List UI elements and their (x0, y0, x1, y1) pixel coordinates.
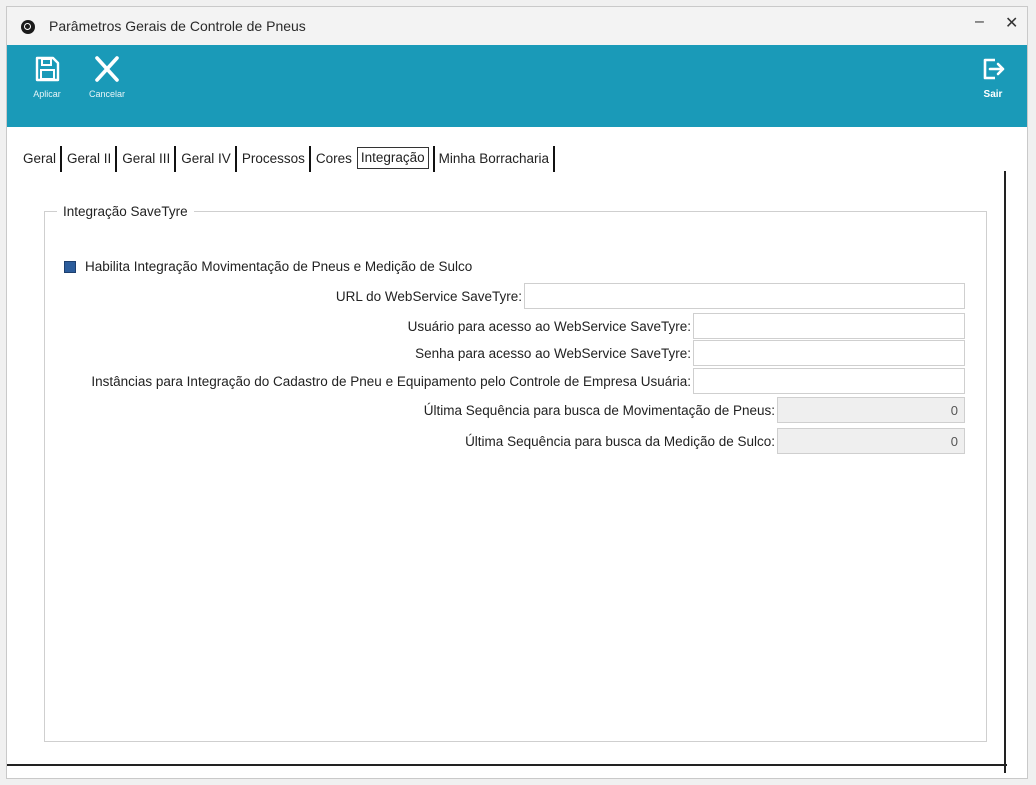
window-title: Parâmetros Gerais de Controle de Pneus (49, 18, 306, 34)
exit-button[interactable]: Sair (965, 55, 1021, 117)
panel-border-bottom (7, 764, 1007, 766)
instances-label: Instâncias para Integração do Cadastro d… (91, 373, 691, 389)
panel-border-right (1004, 171, 1006, 773)
minimize-button[interactable]: – (975, 13, 984, 31)
enable-integration-label: Habilita Integração Movimentação de Pneu… (85, 259, 473, 274)
user-row: Usuário para acesso ao WebService SaveTy… (408, 313, 965, 339)
apply-button[interactable]: Aplicar (19, 55, 75, 117)
cancel-button[interactable]: Cancelar (79, 55, 135, 117)
group-legend: Integração SaveTyre (63, 204, 188, 219)
content-area: Geral Geral II Geral III Geral IV Proces… (7, 127, 1027, 773)
tab-processos[interactable]: Processos (238, 146, 311, 172)
cancel-label: Cancelar (88, 89, 126, 99)
app-logo-icon (21, 20, 35, 34)
tab-cores[interactable]: Cores (312, 146, 356, 172)
tab-minha-borracharia[interactable]: Minha Borracharia (432, 146, 555, 172)
tab-geral-iii[interactable]: Geral III (118, 146, 177, 172)
tab-geral-ii[interactable]: Geral II (63, 146, 118, 172)
url-label: URL do WebService SaveTyre: (335, 288, 522, 304)
close-x-icon (95, 56, 119, 82)
user-input[interactable] (693, 313, 965, 339)
tab-geral[interactable]: Geral (19, 146, 63, 172)
password-label: Senha para acesso ao WebService SaveTyre… (415, 345, 691, 361)
url-row: URL do WebService SaveTyre: (336, 283, 965, 309)
url-input[interactable] (524, 283, 965, 309)
enable-integration-row: Habilita Integração Movimentação de Pneu… (64, 259, 472, 274)
logout-icon (983, 58, 1005, 80)
last-seq-sulco-label: Última Sequência para busca da Medição d… (465, 433, 775, 449)
toolbar: Aplicar Cancelar Sair (7, 45, 1027, 127)
password-input[interactable] (693, 340, 965, 366)
tab-geral-iv[interactable]: Geral IV (177, 146, 237, 172)
last-seq-mov-input (777, 397, 965, 423)
last-seq-mov-label: Última Sequência para busca de Movimenta… (423, 402, 775, 418)
exit-label: Sair (983, 89, 1003, 100)
main-window: Parâmetros Gerais de Controle de Pneus –… (6, 6, 1028, 779)
title-bar: Parâmetros Gerais de Controle de Pneus –… (7, 7, 1027, 45)
last-seq-sulco-row: Última Sequência para busca da Medição d… (465, 428, 965, 454)
instances-row: Instâncias para Integração do Cadastro d… (91, 368, 965, 394)
save-icon (35, 56, 60, 82)
tab-integracao[interactable]: Integração (356, 147, 429, 169)
instances-input[interactable] (693, 368, 965, 394)
tab-strip: Geral Geral II Geral III Geral IV Proces… (19, 146, 556, 172)
password-row: Senha para acesso ao WebService SaveTyre… (415, 340, 965, 366)
apply-label: Aplicar (33, 89, 61, 99)
last-seq-mov-row: Última Sequência para busca de Movimenta… (424, 397, 965, 423)
last-seq-sulco-input (777, 428, 965, 454)
close-button[interactable]: ✕ (1005, 13, 1018, 33)
enable-integration-checkbox[interactable] (64, 260, 76, 273)
user-label: Usuário para acesso ao WebService SaveTy… (407, 318, 691, 334)
